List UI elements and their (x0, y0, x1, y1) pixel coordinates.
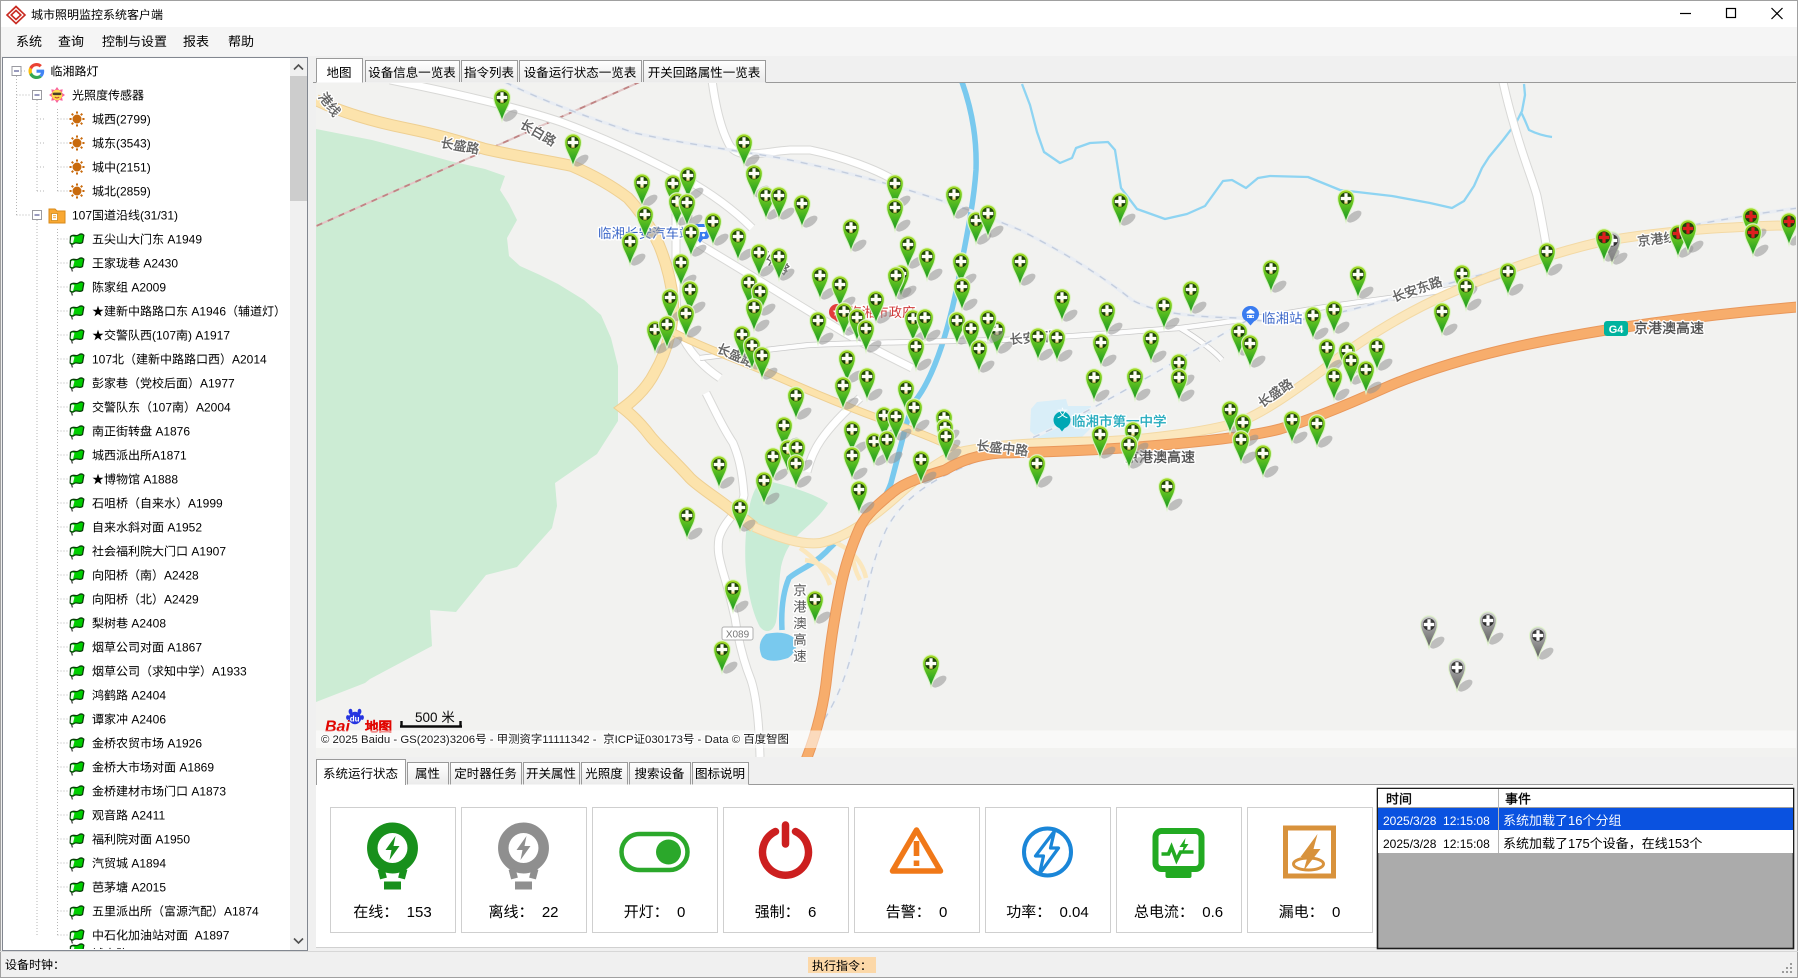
svg-text:A1933: A1933 (212, 665, 247, 679)
svg-text:(3543): (3543) (116, 137, 151, 151)
svg-text:A1907: A1907 (188, 545, 226, 559)
svg-text:0.6: 0.6 (1194, 904, 1223, 921)
svg-text:A1871: A1871 (152, 449, 187, 463)
svg-text:107: 107 (92, 353, 112, 367)
svg-text:0.04: 0.04 (1051, 904, 1089, 921)
svg-text:(2151): (2151) (116, 161, 151, 175)
svg-text:A1926: A1926 (164, 737, 202, 751)
svg-text:A2015: A2015 (128, 881, 166, 895)
svg-text:A2404: A2404 (128, 689, 166, 703)
svg-text:A2429: A2429 (164, 593, 199, 607)
svg-text:ICP: ICP (615, 734, 634, 746)
svg-text:A1897: A1897 (188, 929, 230, 943)
svg-text:11111342 -: 11111342 - (542, 734, 599, 746)
svg-text:(31/31): (31/31) (140, 209, 178, 223)
svg-text:A2430: A2430 (140, 257, 178, 271)
svg-text:0: 0 (1324, 904, 1341, 921)
svg-text:0: 0 (931, 904, 948, 921)
svg-text:A2009: A2009 (128, 281, 166, 295)
svg-text:A1873: A1873 (188, 785, 226, 799)
svg-text:-: - (487, 734, 497, 746)
svg-text:A2406: A2406 (128, 713, 166, 727)
svg-text:A1894: A1894 (128, 857, 166, 871)
svg-text:(2799): (2799) (116, 113, 151, 127)
svg-text:030173: 030173 (645, 734, 683, 746)
svg-text:A1888: A1888 (140, 473, 178, 487)
svg-text:2025/3/28 12:15:08: 2025/3/28 12:15:08 (1383, 814, 1490, 828)
svg-text:© 2025 Baidu - GS(2023)3206: © 2025 Baidu - GS(2023)3206 (321, 734, 475, 746)
svg-text:A1977: A1977 (200, 377, 235, 391)
svg-text:A2014: A2014 (232, 353, 267, 367)
svg-text:175: 175 (1568, 836, 1590, 851)
svg-text:G4: G4 (1609, 324, 1625, 336)
svg-text:2025/3/28 12:15:08: 2025/3/28 12:15:08 (1383, 837, 1490, 851)
svg-text:A1876: A1876 (152, 425, 190, 439)
svg-text:文: 文 (1057, 406, 1068, 420)
svg-text:16: 16 (1568, 813, 1582, 828)
svg-text:X089: X089 (726, 630, 750, 641)
svg-text:500: 500 (415, 710, 441, 725)
svg-text:- Data ©: - Data © (694, 734, 743, 746)
svg-text:0: 0 (669, 904, 686, 921)
svg-text:A1999: A1999 (188, 497, 223, 511)
svg-text:153: 153 (398, 904, 431, 921)
svg-text:A1950: A1950 (152, 833, 190, 847)
svg-text:A2408: A2408 (128, 617, 166, 631)
svg-text:A1869: A1869 (176, 761, 214, 775)
svg-text:A2411: A2411 (128, 809, 165, 823)
svg-text:153: 153 (1668, 836, 1690, 851)
svg-text:107: 107 (152, 401, 172, 415)
svg-text:A2428: A2428 (164, 569, 199, 583)
svg-text:A1946: A1946 (188, 305, 226, 319)
svg-text:107: 107 (72, 209, 92, 223)
svg-text:6: 6 (800, 904, 817, 921)
svg-text:A2004: A2004 (196, 401, 231, 415)
svg-text:A1867: A1867 (164, 641, 202, 655)
svg-text:A1874: A1874 (224, 905, 259, 919)
svg-text:) A1917: ) A1917 (188, 329, 230, 343)
svg-text:A1952: A1952 (164, 521, 202, 535)
svg-text:22: 22 (534, 904, 559, 921)
svg-text:(2859): (2859) (116, 185, 151, 199)
svg-text:du: du (350, 715, 360, 724)
svg-text:(107: (107 (152, 329, 176, 343)
svg-text:A1949: A1949 (164, 233, 202, 247)
